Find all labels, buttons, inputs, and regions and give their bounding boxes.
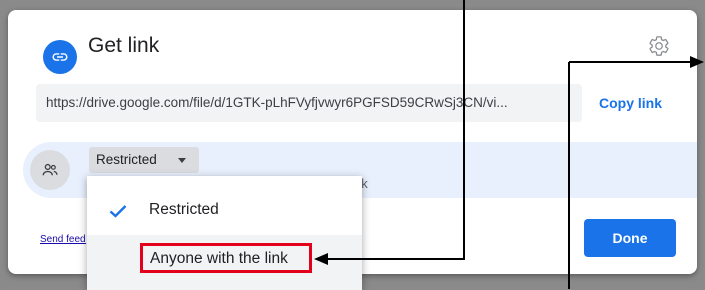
link-icon <box>43 40 77 74</box>
menu-option-label[interactable]: Anyone with the link <box>150 250 288 268</box>
menu-option-restricted[interactable]: Restricted <box>87 184 362 239</box>
checkmark-icon <box>109 205 127 218</box>
copy-link-button[interactable]: Copy link <box>599 95 662 111</box>
general-access-selected-label: Restricted <box>96 152 157 167</box>
general-access-dropdown[interactable]: Restricted <box>89 147 199 173</box>
dialog-title: Get link <box>88 34 160 57</box>
share-url-text: https://drive.google.com/file/d/1GTK-pLh… <box>46 95 508 110</box>
caret-down-icon <box>178 158 186 163</box>
done-button[interactable]: Done <box>584 219 676 257</box>
people-icon <box>30 150 70 190</box>
highlight-box: Anyone with the link <box>140 243 312 273</box>
menu-option-label: Restricted <box>149 201 219 218</box>
share-url-field[interactable]: https://drive.google.com/file/d/1GTK-pLh… <box>36 84 582 122</box>
settings-gear-icon[interactable] <box>648 35 670 57</box>
send-feedback-link[interactable]: Send feedback <box>40 234 86 245</box>
